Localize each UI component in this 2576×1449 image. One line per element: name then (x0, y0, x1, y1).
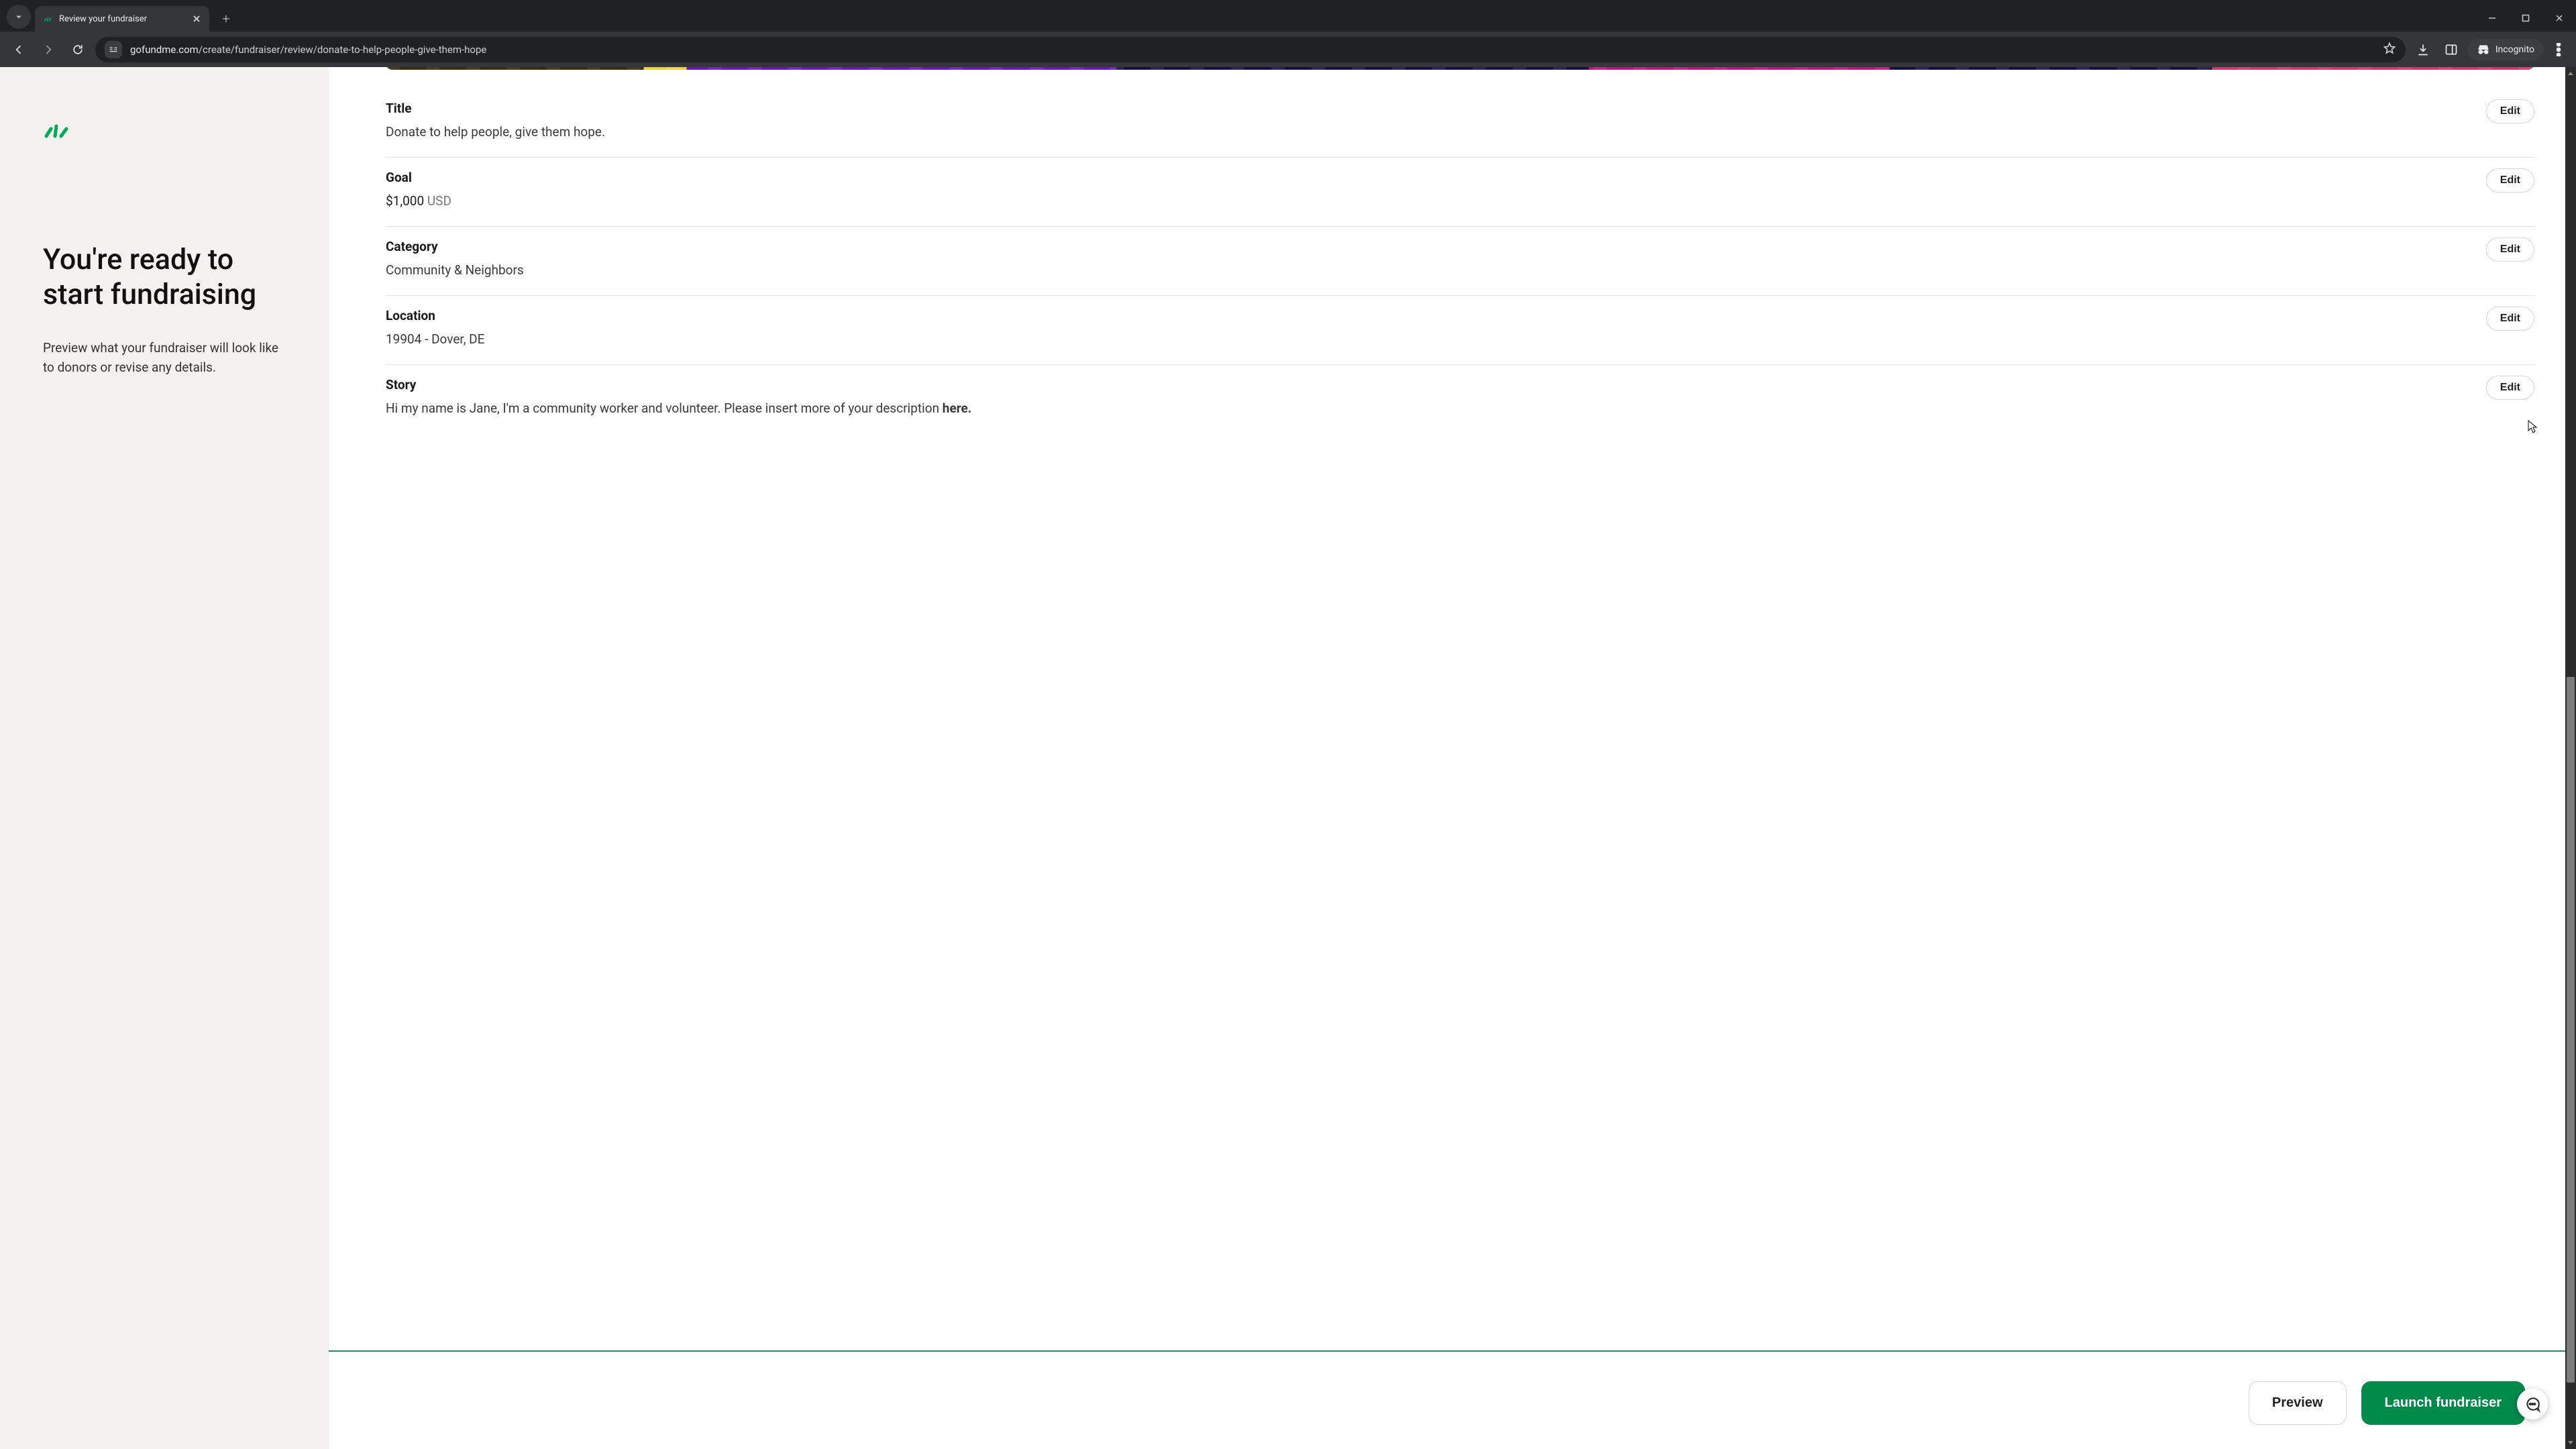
page-subtext: Preview what your fundraiser will look l… (43, 339, 288, 377)
review-row-title: Title Donate to help people, give them h… (386, 89, 2534, 158)
review-panel: Title Donate to help people, give them h… (329, 67, 2576, 1449)
goal-value: $1,000 USD (386, 193, 2486, 209)
vertical-scrollbar[interactable] (2565, 67, 2576, 1449)
edit-location-button[interactable]: Edit (2486, 307, 2534, 331)
browser-menu-button[interactable] (2548, 43, 2569, 56)
goal-label: Goal (386, 170, 2486, 185)
tab-search-button[interactable] (7, 5, 31, 29)
incognito-indicator[interactable]: Incognito (2467, 39, 2544, 60)
address-bar[interactable]: gofundme.com/create/fundraiser/review/do… (95, 37, 2406, 62)
cover-photo-preview[interactable] (386, 67, 2534, 70)
side-panel-icon[interactable] (2439, 38, 2463, 62)
downloads-icon[interactable] (2411, 38, 2435, 62)
window-maximize-button[interactable] (2509, 5, 2542, 32)
launch-fundraiser-button[interactable]: Launch fundraiser (2361, 1381, 2525, 1425)
nav-forward-button[interactable] (36, 38, 60, 62)
tab-close-button[interactable] (191, 13, 203, 25)
browser-toolbar: gofundme.com/create/fundraiser/review/do… (0, 32, 2576, 67)
edit-goal-button[interactable]: Edit (2486, 168, 2534, 193)
location-value: 19904 - Dover, DE (386, 331, 2486, 347)
scroll-up-icon[interactable] (2567, 68, 2574, 79)
titlebar: Review your fundraiser + (0, 0, 2576, 32)
scroll-track[interactable] (2565, 79, 2576, 1437)
gofundme-logo-icon[interactable] (43, 121, 288, 142)
new-tab-button[interactable]: + (216, 9, 236, 29)
title-label: Title (386, 101, 2486, 116)
location-label: Location (386, 308, 2486, 323)
category-value: Community & Neighbors (386, 262, 2486, 278)
scroll-down-icon[interactable] (2567, 1437, 2574, 1448)
review-row-location: Location 19904 - Dover, DE Edit (386, 296, 2534, 365)
help-chat-button[interactable] (2517, 1389, 2548, 1419)
window-close-button[interactable] (2542, 5, 2576, 32)
site-info-icon[interactable] (105, 41, 122, 58)
bookmark-star-icon[interactable] (2383, 42, 2396, 58)
review-row-story: Story Hi my name is Jane, I'm a communit… (386, 365, 2534, 433)
review-row-category: Category Community & Neighbors Edit (386, 227, 2534, 296)
edit-title-button[interactable]: Edit (2486, 99, 2534, 123)
window-controls (2475, 5, 2576, 32)
edit-story-button[interactable]: Edit (2486, 376, 2534, 400)
gofundme-favicon-icon (43, 13, 54, 24)
title-value: Donate to help people, give them hope. (386, 124, 2486, 140)
nav-reload-button[interactable] (66, 38, 90, 62)
incognito-label: Incognito (2496, 44, 2534, 55)
url-text: gofundme.com/create/fundraiser/review/do… (130, 44, 2375, 56)
preview-button[interactable]: Preview (2249, 1381, 2347, 1425)
category-label: Category (386, 239, 2486, 254)
browser-tab[interactable]: Review your fundraiser (35, 6, 209, 32)
page-headline: You're ready to start fundraising (43, 243, 288, 312)
footer-actions: Preview Launch fundraiser (329, 1350, 2567, 1449)
edit-category-button[interactable]: Edit (2486, 237, 2534, 262)
story-value: Hi my name is Jane, I'm a community work… (386, 400, 2486, 416)
tab-title: Review your fundraiser (59, 14, 185, 24)
story-label: Story (386, 377, 2486, 392)
review-row-goal: Goal $1,000 USD Edit (386, 158, 2534, 227)
window-minimize-button[interactable] (2475, 5, 2509, 32)
left-panel: You're ready to start fundraising Previe… (0, 67, 329, 1449)
nav-back-button[interactable] (7, 38, 31, 62)
scroll-thumb[interactable] (2567, 677, 2575, 1383)
